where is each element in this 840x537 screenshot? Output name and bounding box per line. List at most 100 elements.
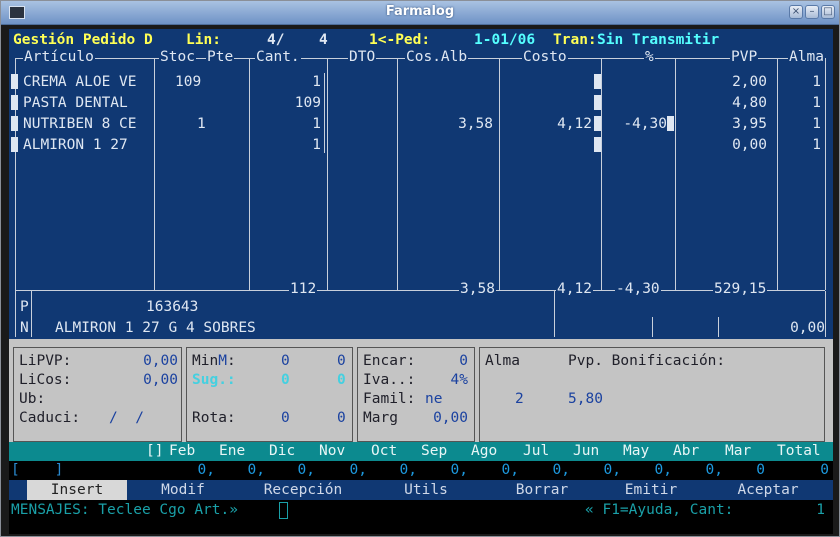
cell-pvp: 3,95	[732, 116, 767, 132]
menu-insert[interactable]: Insert	[27, 480, 127, 500]
total-cos-alb: 3,58	[459, 281, 496, 297]
col-costo: Costo	[522, 49, 568, 65]
tax-panel: Encar: 0 Iva..: 4% Famil: ne Marg 0,00	[357, 347, 475, 442]
row-marker	[11, 116, 18, 131]
minm-value-1[interactable]: 0	[281, 353, 290, 369]
ub-label: Ub:	[19, 391, 46, 407]
months-bracket: []	[146, 443, 164, 459]
col-stoc: Stoc	[159, 49, 196, 65]
cell-alma: 1	[812, 137, 821, 153]
menu-aceptar[interactable]: Aceptar	[713, 480, 823, 500]
minm-label-c: :	[226, 353, 236, 369]
detail-p-label: P	[20, 299, 29, 315]
pvp-bonificacion-label: Pvp. Bonificación:	[568, 353, 726, 369]
licos-label: LiCos:	[19, 372, 72, 388]
status-message: MENSAJES: Teclee Cgo Art.»	[11, 502, 238, 518]
caducidad-value[interactable]: / /	[109, 410, 144, 426]
rota-value-1[interactable]: 0	[281, 410, 290, 426]
iva-value[interactable]: 4%	[418, 372, 468, 388]
cell-articulo: CREMA ALOE VE	[23, 74, 137, 90]
grid-line	[652, 317, 653, 337]
minimize-icon[interactable]: –	[805, 5, 819, 19]
famil-label: Famil:	[363, 391, 416, 407]
rota-value-2[interactable]: 0	[337, 410, 346, 426]
col-cos-alb: Cos.Alb	[405, 49, 469, 65]
month-input[interactable]: [ ]	[11, 462, 63, 478]
menu-utils[interactable]: Utils	[381, 480, 471, 500]
col-alma: Alma	[788, 49, 825, 65]
row-marker	[11, 95, 18, 110]
lin-current: 4/	[267, 32, 285, 48]
cell-cursor	[594, 116, 601, 131]
encar-value[interactable]: 0	[418, 353, 468, 369]
minm-value-2[interactable]: 0	[337, 353, 346, 369]
status-bar: MENSAJES: Teclee Cgo Art.» « F1=Ayuda, C…	[9, 500, 833, 534]
caducidad-label: Caduci:	[19, 410, 81, 426]
col-cant: Cant.	[255, 49, 301, 65]
months-header: [] Feb Ene Dic Nov Oct Sep Ago Jul Jun M…	[9, 442, 833, 461]
alma-value[interactable]: 2	[515, 391, 524, 407]
famil-value[interactable]: ne	[425, 391, 442, 407]
detail-n-label: N	[20, 320, 29, 336]
month-value-total: 0	[820, 462, 829, 478]
cell-cursor	[667, 116, 674, 131]
minm-label-a: Min	[192, 353, 219, 369]
month-value: 0,	[552, 462, 570, 478]
grid-line	[825, 58, 826, 290]
cell-cant: 109	[294, 95, 321, 111]
app-window: Farmalog × – □ Gestión Pedido D Lin: 4/ …	[0, 0, 840, 537]
total-percent: -4,30	[615, 281, 661, 297]
month-value: 0,	[297, 462, 315, 478]
cell-articulo: ALMIRON 1 27	[23, 137, 128, 153]
menu-recepcion[interactable]: Recepción	[245, 480, 361, 500]
tran-label: Tran:	[553, 32, 597, 48]
cell-pvp: 2,00	[732, 74, 767, 90]
menu-borrar[interactable]: Borrar	[492, 480, 592, 500]
month-value: 0,	[399, 462, 417, 478]
grid-line	[15, 291, 16, 337]
cell-articulo: PASTA DENTAL	[23, 95, 128, 111]
month-label: Oct	[371, 443, 398, 459]
month-label: Abr	[673, 443, 700, 459]
sug-value-1[interactable]: 0	[281, 372, 290, 388]
grid-line	[718, 317, 719, 337]
month-value: 0,	[654, 462, 672, 478]
ped-value: 1-01/06	[474, 32, 536, 48]
col-pte: Pte	[206, 49, 235, 65]
sug-value-2[interactable]: 0	[337, 372, 346, 388]
rota-label: Rota:	[192, 410, 236, 426]
row-marker	[11, 137, 18, 152]
close-icon[interactable]: ×	[789, 5, 803, 19]
month-value: 0,	[349, 462, 367, 478]
status-cant-value: 1	[816, 502, 825, 518]
minm-label: MinM:	[192, 353, 236, 369]
text-cursor[interactable]	[279, 502, 288, 519]
licos-value[interactable]: 0,00	[124, 372, 178, 388]
month-value: 0,	[603, 462, 621, 478]
grid-line	[15, 58, 16, 290]
stock-panel: MinM: 0 0 Sug.: 0 0 Rota: 0 0	[186, 347, 353, 442]
bonif-pvp-value[interactable]: 5,80	[568, 391, 603, 407]
menu-emitir[interactable]: Emitir	[601, 480, 701, 500]
help-hint: « F1=Ayuda, Cant:	[585, 502, 734, 518]
info-area: LiPVP: 0,00 LiCos: 0,00 Ub: Caduci: / / …	[9, 339, 833, 442]
title-bar: Farmalog × – □	[1, 1, 839, 25]
month-label: Jul	[523, 443, 550, 459]
month-label: Sep	[421, 443, 448, 459]
total-pvp: 529,15	[713, 281, 768, 297]
lipvp-value[interactable]: 0,00	[124, 353, 178, 369]
month-label: Nov	[319, 443, 346, 459]
month-label: Jun	[573, 443, 600, 459]
marg-value[interactable]: 0,00	[418, 410, 468, 426]
col-dto: DTO	[348, 49, 377, 65]
cell-alma: 1	[812, 116, 821, 132]
sug-label: Sug.:	[192, 372, 236, 388]
cell-percent: -4,30	[623, 116, 667, 132]
month-value: 0,	[247, 462, 265, 478]
maximize-icon[interactable]: □	[821, 5, 835, 19]
grid-line	[327, 58, 328, 290]
menu-modif[interactable]: Modif	[133, 480, 233, 500]
col-articulo: Artículo	[23, 49, 95, 65]
cant-input-edge	[324, 73, 325, 153]
cell-cant: 1	[312, 116, 321, 132]
